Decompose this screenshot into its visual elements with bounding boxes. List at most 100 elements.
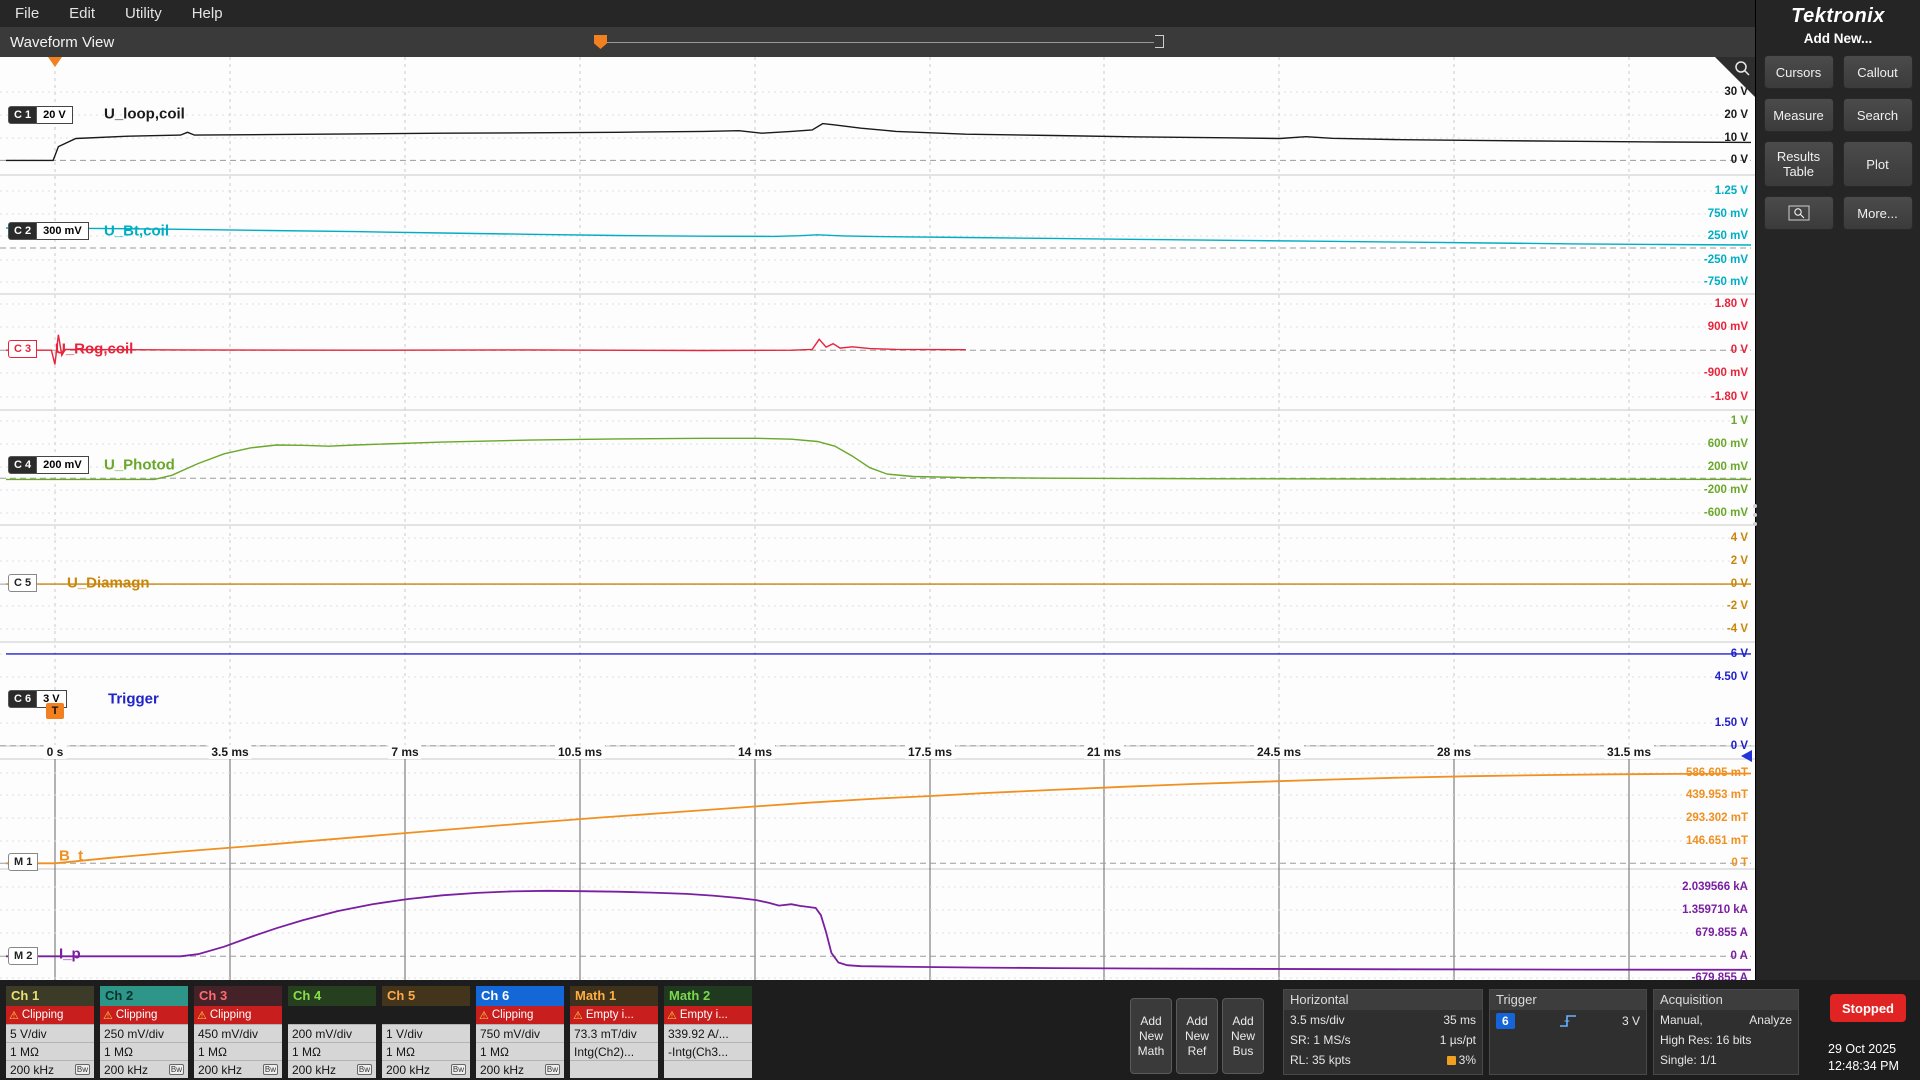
- c1-axis-label: 20 V: [1724, 109, 1748, 121]
- time-axis-label: 24.5 ms: [1253, 745, 1305, 759]
- setting-text: 200 kHz: [10, 1062, 55, 1077]
- c1-channel-label[interactable]: U_loop,coil: [104, 106, 185, 123]
- time-axis-label: 0 s: [43, 745, 67, 759]
- right-panel: Tektronix Add New... Cursors Callout Measu…: [1755, 0, 1920, 980]
- acquisition-analyze: Analyze: [1749, 1013, 1792, 1027]
- setting-text: -Intg(Ch3...: [668, 1044, 729, 1059]
- c5-axis-label: 0 V: [1730, 578, 1748, 590]
- acquisition-single: Single: 1/1: [1660, 1053, 1717, 1067]
- c1-axis-label: 0 V: [1730, 154, 1748, 166]
- more-button[interactable]: More...: [1842, 196, 1913, 230]
- channel-badge-ch-3[interactable]: Ch 3 ⚠ Clipping 450 mV/div 1 MΩ 200 kHz Bw: [194, 986, 282, 1078]
- horizontal-left-value: 3.5 ms/div: [1290, 1013, 1345, 1027]
- channel-setting-row: 200 kHz Bw: [382, 1060, 470, 1078]
- c4-badge[interactable]: C 4 200 mV: [8, 456, 89, 474]
- add-new-ref-button[interactable]: Add New Ref: [1176, 998, 1218, 1074]
- time-axis-label: 28 ms: [1433, 745, 1475, 759]
- c5-badge[interactable]: C 5: [8, 574, 38, 592]
- menu-file[interactable]: File: [0, 5, 54, 22]
- waveform-view-titlebar[interactable]: Waveform View: [0, 27, 1755, 57]
- c2-badge-chip: C 2: [8, 222, 38, 240]
- c2-axis-label: -750 mV: [1703, 276, 1748, 288]
- minimap-record-line: [607, 42, 1154, 43]
- menu-edit[interactable]: Edit: [54, 5, 110, 22]
- oscilloscope-app: File Edit Utility Help Waveform View C 1 20 …: [0, 0, 1920, 1080]
- channel-badge-ch-5[interactable]: Ch 5 1 V/div 1 MΩ 200 kHz Bw: [382, 986, 470, 1078]
- c3-channel-label[interactable]: U_Rog,coil: [55, 341, 133, 358]
- trigger-source-badge[interactable]: 6: [1496, 1013, 1515, 1029]
- c2-scale-readout: 300 mV: [37, 222, 89, 240]
- c3-badge[interactable]: C 3: [8, 340, 38, 358]
- alert-text: Clipping: [491, 1009, 534, 1021]
- trigger-panel[interactable]: Trigger 6 3 V: [1489, 989, 1647, 1075]
- setting-text: 200 kHz: [104, 1062, 149, 1077]
- minimap-trigger-marker[interactable]: [594, 35, 607, 49]
- m2-badge[interactable]: M 2: [8, 947, 39, 965]
- channel-badge-math-2[interactable]: Math 2 ⚠ Empty i... 339.92 A/... -Intg(Ch3..…: [664, 986, 752, 1078]
- menu-help[interactable]: Help: [177, 5, 238, 22]
- channel-badge-ch-2[interactable]: Ch 2 ⚠ Clipping 250 mV/div 1 MΩ 200 kHz Bw: [100, 986, 188, 1078]
- m1-badge[interactable]: M 1: [8, 853, 39, 871]
- channel-badge-ch-6[interactable]: Ch 6 ⚠ Clipping 750 mV/div 1 MΩ 200 kHz Bw: [476, 986, 564, 1078]
- waveform-view-canvas[interactable]: C 1 20 V U_loop,coil 30 V 20 V 10 V0 VC 2 300 …: [0, 57, 1755, 980]
- c2-badge[interactable]: C 2 300 mV: [8, 222, 89, 240]
- results-table-button[interactable]: Results Table: [1763, 141, 1834, 187]
- channel-setting-row: 450 mV/div: [194, 1024, 282, 1042]
- m2-axis-label: 0 A: [1730, 950, 1748, 962]
- setting-text: [668, 1063, 671, 1077]
- channel-name: Ch 3: [194, 986, 282, 1006]
- setting-text: 1 MΩ: [292, 1044, 321, 1059]
- compress-icon: [1446, 1055, 1456, 1065]
- c6-badge-chip: C 6: [8, 690, 38, 708]
- channel-badge-math-1[interactable]: Math 1 ⚠ Empty i... 73.3 mT/div Intg(Ch2)...: [570, 986, 658, 1078]
- panel-drawer-handle[interactable]: [1750, 495, 1760, 535]
- waveform-overlays: C 1 20 V U_loop,coil 30 V 20 V 10 V0 VC 2 300 …: [0, 57, 1755, 980]
- horizontal-right-text: 3%: [1458, 1053, 1476, 1067]
- channel-name: Ch 2: [100, 986, 188, 1006]
- channel-badge-ch-1[interactable]: Ch 1 ⚠ Clipping 5 V/div 1 MΩ 200 kHz Bw: [6, 986, 94, 1078]
- trigger-position-marker[interactable]: [48, 57, 62, 67]
- search-button[interactable]: Search: [1842, 98, 1913, 132]
- m2-axis-label: -679.855 A: [1691, 972, 1748, 980]
- c6-axis-label: 4.50 V: [1714, 671, 1748, 683]
- channel-setting-row: [664, 1060, 752, 1078]
- time-axis-label: 7 ms: [388, 745, 422, 759]
- horizontal-right-text: 1 µs/pt: [1439, 1033, 1476, 1047]
- right-panel-buttons: Cursors Callout Measure Search Results Table…: [1756, 55, 1920, 230]
- menu-items: File Edit Utility Help: [0, 5, 238, 22]
- minimap-right-bracket[interactable]: [1155, 35, 1164, 48]
- channel-badge-ch-4[interactable]: Ch 4 200 mV/div 1 MΩ 200 kHz Bw: [288, 986, 376, 1078]
- c1-badge[interactable]: C 1 20 V: [8, 106, 73, 124]
- plot-button[interactable]: Plot: [1842, 141, 1913, 187]
- bandwidth-icon: Bw: [356, 1064, 372, 1075]
- callout-button[interactable]: Callout: [1842, 55, 1913, 89]
- c4-scale-readout: 200 mV: [37, 456, 89, 474]
- rising-edge-icon: [1560, 1015, 1577, 1027]
- run-stop-button[interactable]: Stopped: [1830, 994, 1906, 1022]
- zoom-overview-button[interactable]: [1763, 196, 1834, 230]
- menu-utility[interactable]: Utility: [110, 5, 177, 22]
- c5-channel-label[interactable]: U_Diamagn: [67, 575, 150, 592]
- horizontal-row: RL: 35 kpts 3%: [1284, 1050, 1482, 1070]
- record-view-minimap[interactable]: [594, 34, 1164, 50]
- add-new-math-button[interactable]: Add New Math: [1130, 998, 1172, 1074]
- c2-channel-label[interactable]: U_Bt,coil: [104, 223, 169, 240]
- m2-channel-label[interactable]: I_p: [59, 946, 81, 963]
- trigger-level-badge[interactable]: T: [46, 703, 64, 719]
- measure-button[interactable]: Measure: [1763, 98, 1834, 132]
- setting-text: 1 MΩ: [198, 1044, 227, 1059]
- warning-icon: ⚠: [9, 1009, 19, 1022]
- c4-channel-label[interactable]: U_Photod: [104, 457, 175, 474]
- horizontal-panel[interactable]: Horizontal 3.5 ms/div 35 ms SR: 1 MS/s 1 µs…: [1283, 989, 1483, 1075]
- m1-channel-label[interactable]: B_t: [59, 848, 83, 865]
- add-new-bus-button[interactable]: Add New Bus: [1222, 998, 1264, 1074]
- acquisition-panel[interactable]: Acquisition Manual, Analyze High Res: 16…: [1653, 989, 1799, 1075]
- c6-channel-label[interactable]: Trigger: [108, 691, 159, 708]
- setting-text: 200 kHz: [480, 1062, 525, 1077]
- c3-axis-label: 0 V: [1730, 344, 1748, 356]
- cursors-button[interactable]: Cursors: [1763, 55, 1834, 89]
- horizontal-panel-title: Horizontal: [1284, 990, 1482, 1010]
- m2-axis-label: 679.855 A: [1695, 927, 1748, 939]
- channel-alert: ⚠ Clipping: [476, 1006, 564, 1024]
- trigger-level-arrow[interactable]: [1741, 750, 1752, 762]
